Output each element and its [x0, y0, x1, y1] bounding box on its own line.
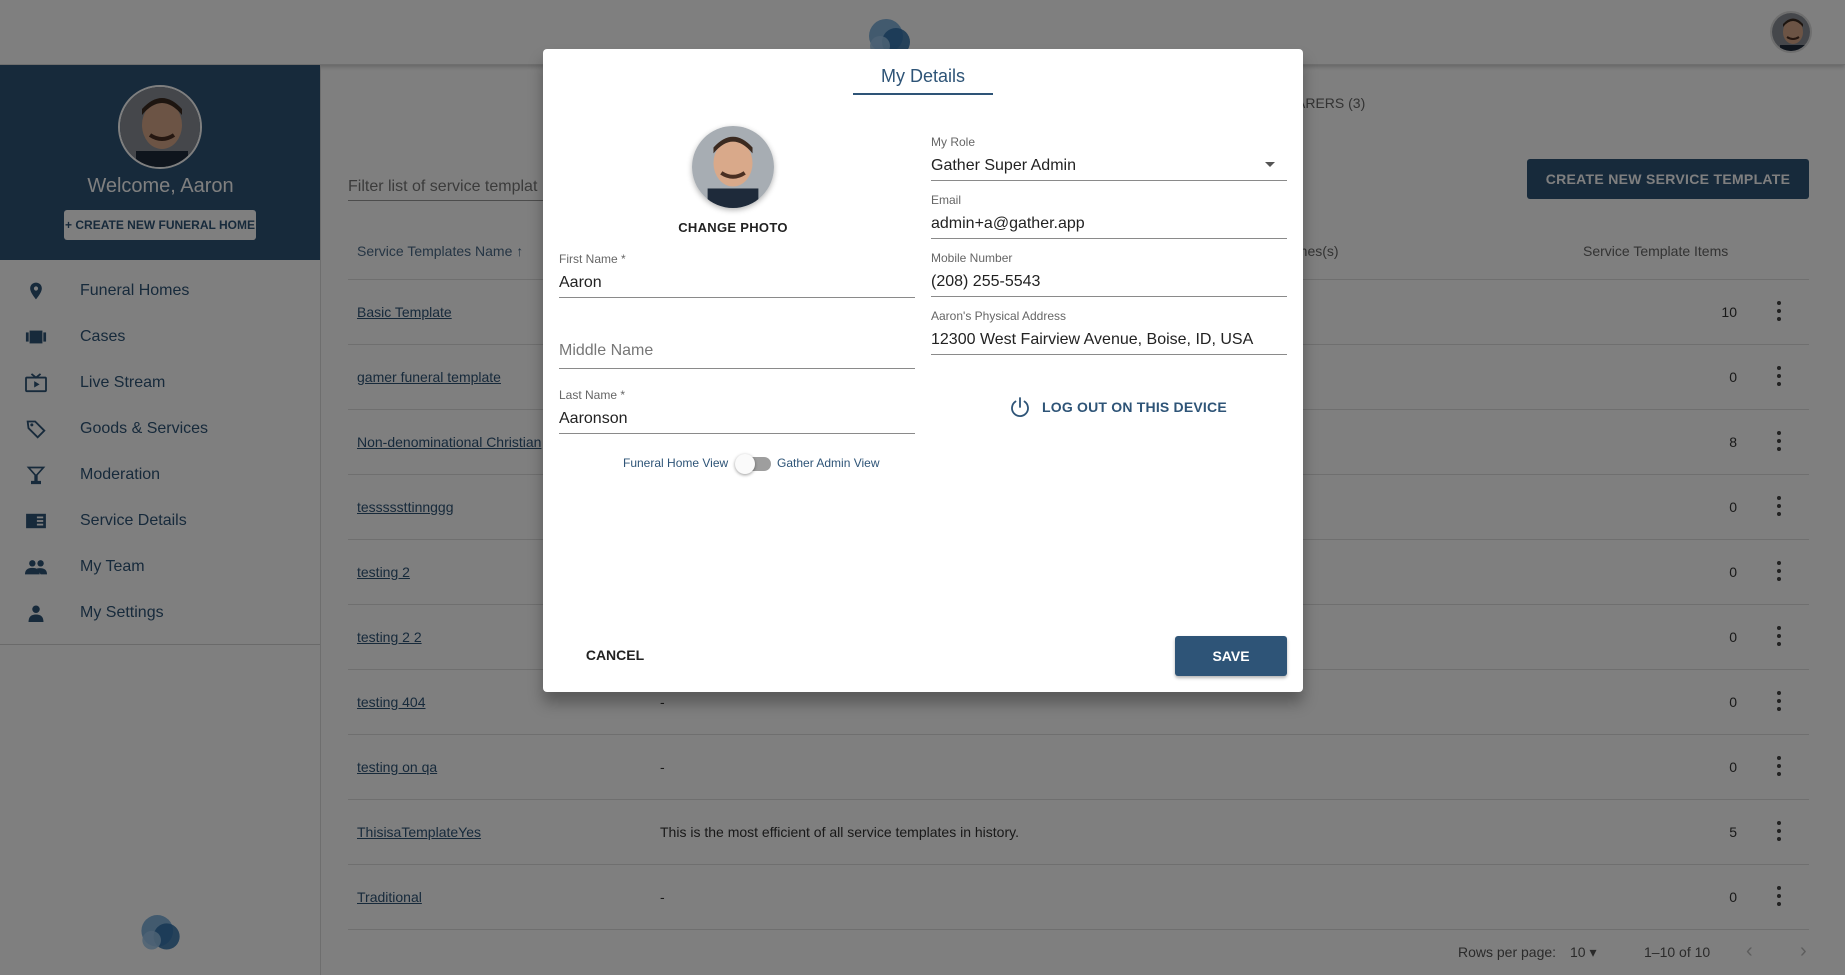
funeral-home-view-label: Funeral Home View: [623, 456, 729, 470]
middle-name-input[interactable]: Middle Name: [559, 339, 915, 363]
mobile-input[interactable]: (208) 255-5543: [931, 270, 1287, 294]
power-icon: [1011, 397, 1029, 418]
role-label: My Role: [931, 135, 976, 149]
email-field[interactable]: Email admin+a@gather.app: [931, 193, 1287, 239]
last-name-input[interactable]: Aaronson: [559, 407, 915, 431]
email-input[interactable]: admin+a@gather.app: [931, 212, 1287, 236]
caret-down-icon[interactable]: [1265, 162, 1275, 167]
address-field[interactable]: Aaron's Physical Address 12300 West Fair…: [931, 309, 1287, 355]
first-name-label: First Name *: [559, 252, 626, 266]
dialog-title-underline: [853, 93, 993, 95]
last-name-field[interactable]: Last Name * Aaronson: [559, 388, 915, 434]
address-label: Aaron's Physical Address: [931, 309, 1067, 323]
gather-admin-view-label: Gather Admin View: [777, 456, 880, 470]
cancel-button[interactable]: CANCEL: [573, 637, 657, 673]
logout-button[interactable]: LOG OUT ON THIS DEVICE: [1008, 395, 1227, 419]
save-button[interactable]: SAVE: [1175, 636, 1287, 676]
avatar-face-icon: [692, 126, 774, 208]
profile-photo[interactable]: [692, 126, 774, 208]
mobile-label: Mobile Number: [931, 251, 1013, 265]
dialog-title: My Details: [880, 66, 965, 86]
address-input[interactable]: 12300 West Fairview Avenue, Boise, ID, U…: [931, 328, 1287, 352]
first-name-input[interactable]: Aaron: [559, 271, 915, 295]
view-toggle-knob[interactable]: [735, 454, 755, 474]
logout-label: LOG OUT ON THIS DEVICE: [1042, 399, 1227, 415]
first-name-field[interactable]: First Name * Aaron: [559, 252, 915, 298]
mobile-field[interactable]: Mobile Number (208) 255-5543: [931, 251, 1287, 297]
last-name-label: Last Name *: [559, 388, 626, 402]
view-toggle-row: Funeral Home View Gather Admin View: [559, 451, 915, 474]
middle-name-field[interactable]: Middle Name: [559, 339, 915, 369]
role-value[interactable]: Gather Super Admin: [931, 154, 1287, 178]
role-select[interactable]: My Role Gather Super Admin: [931, 135, 1287, 181]
change-photo-button[interactable]: CHANGE PHOTO: [653, 220, 813, 235]
my-details-dialog: My Details CHANGE PHOTO First Name * Aar…: [543, 49, 1303, 692]
email-label: Email: [931, 193, 962, 207]
